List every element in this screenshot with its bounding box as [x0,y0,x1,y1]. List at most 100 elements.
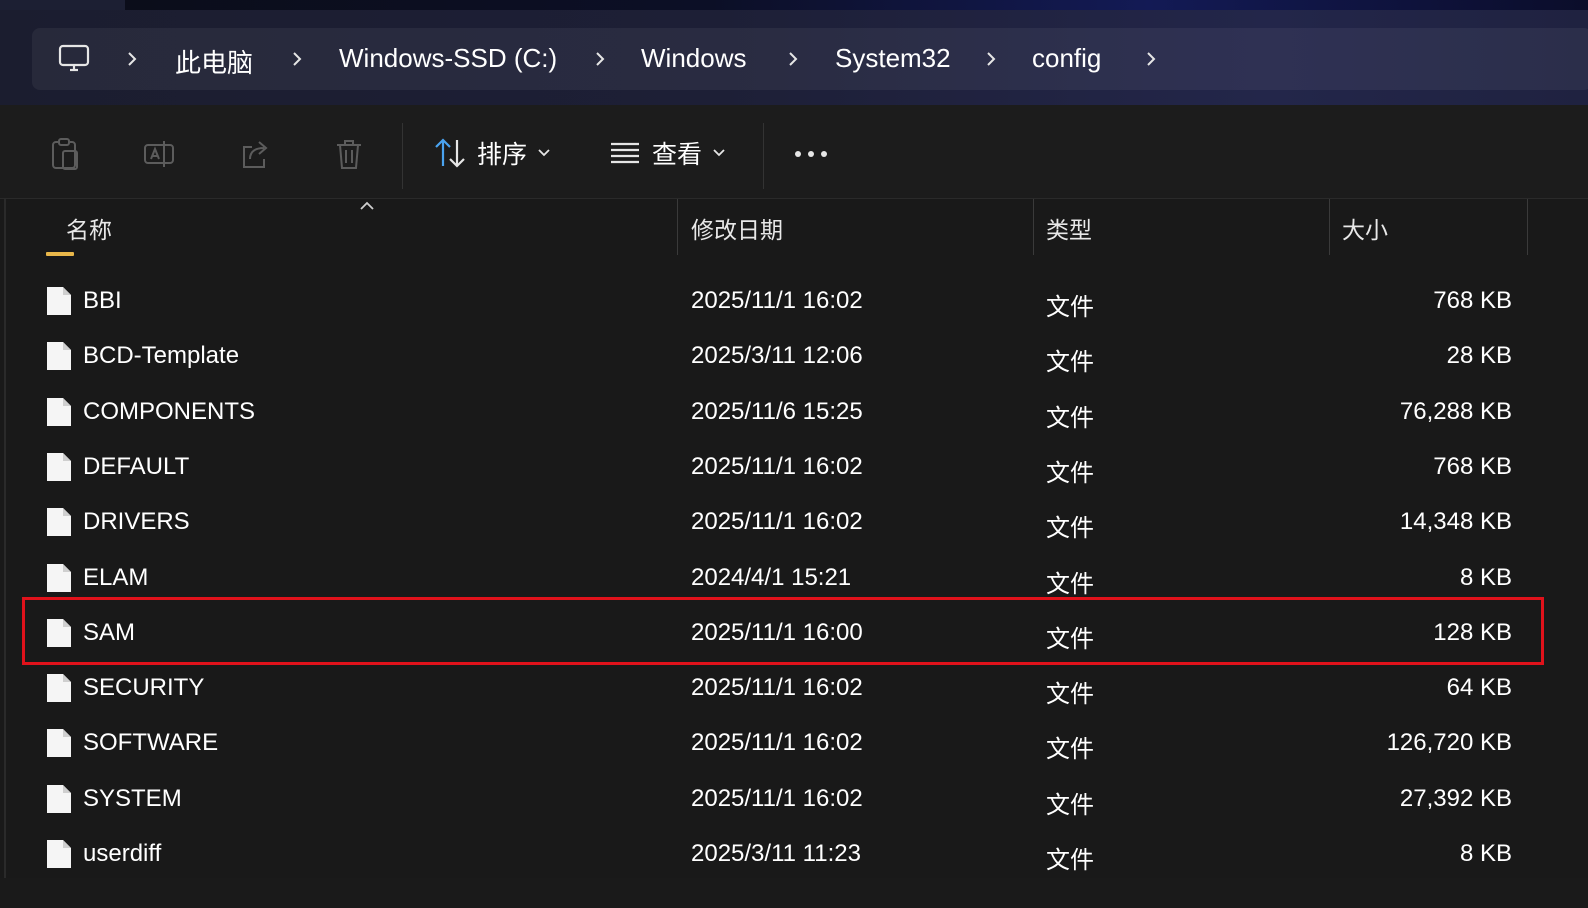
chevron-right-icon[interactable] [125,51,139,67]
chevron-down-icon [713,149,725,157]
file-row[interactable]: userdiff 2025/3/11 11:23 文件 8 KB [0,827,1588,882]
rename-icon[interactable] [142,137,176,171]
file-name: DEFAULT [83,452,190,480]
file-name: BCD-Template [83,342,240,370]
sort-label: 排序 [477,141,528,169]
file-row[interactable]: SECURITY 2025/11/1 16:02 文件 64 KB [0,661,1588,716]
file-icon [47,342,71,371]
file-size: 126,720 KB [1386,729,1512,757]
this-pc-icon[interactable] [58,44,90,74]
file-type: 文件 [1046,294,1094,321]
paste-icon[interactable] [48,137,82,171]
file-type: 文件 [1046,570,1094,598]
address-bar[interactable]: 此电脑 Windows-SSD (C:) Windows System32 co… [32,28,1588,90]
file-row[interactable]: SAM 2025/11/1 16:00 文件 128 KB [0,606,1588,661]
file-size: 128 KB [1433,618,1512,646]
breadcrumb-item-this-pc[interactable]: 此电脑 [175,43,253,80]
chevron-right-icon[interactable] [593,51,607,67]
file-size: 768 KB [1433,287,1512,314]
file-date: 2025/11/1 16:02 [691,452,863,480]
chevron-right-icon[interactable] [786,51,800,67]
file-row[interactable]: SOFTWARE 2025/11/1 16:02 文件 126,720 KB [0,716,1588,771]
breadcrumb-item-drive[interactable]: Windows-SSD (C:) [339,43,557,74]
file-name: SAM [83,618,136,646]
file-name: DRIVERS [83,508,190,536]
file-type: 文件 [1046,681,1094,709]
file-icon [47,674,71,703]
chevron-right-icon[interactable] [290,51,304,67]
share-icon[interactable] [238,137,272,171]
file-type: 文件 [1046,847,1094,874]
sort-icon [435,138,465,168]
file-type: 文件 [1046,404,1094,432]
file-icon [47,452,71,481]
file-date: 2025/11/6 15:25 [691,397,863,425]
more-icon[interactable] [794,137,828,171]
file-icon [47,840,71,868]
file-date: 2025/3/11 11:23 [691,840,861,867]
file-type: 文件 [1046,349,1094,377]
file-name: SECURITY [83,674,205,702]
file-icon [47,508,71,537]
file-size: 768 KB [1433,452,1512,480]
file-date: 2024/4/1 15:21 [691,563,852,591]
file-size: 28 KB [1446,342,1512,370]
file-icon [47,784,71,813]
file-row[interactable]: SYSTEM 2025/11/1 16:02 文件 27,392 KB [0,772,1588,827]
file-name: COMPONENTS [83,397,256,425]
title-strip-left [0,0,125,10]
file-row[interactable]: BBI 2025/11/1 16:02 文件 768 KB [0,274,1588,329]
file-type: 文件 [1046,459,1094,487]
file-type: 文件 [1046,515,1094,543]
file-size: 27,392 KB [1399,784,1512,812]
file-row[interactable]: ELAM 2024/4/1 15:21 文件 8 KB [0,551,1588,606]
file-date: 2025/11/1 16:02 [691,674,863,702]
view-button[interactable]: 查看 [608,129,726,177]
file-name: SYSTEM [83,784,182,812]
file-type: 文件 [1046,625,1094,653]
title-strip-gradient [125,0,1588,10]
chevron-right-icon[interactable] [1144,51,1158,67]
file-name: userdiff [83,840,162,867]
file-date: 2025/11/1 16:02 [691,508,863,536]
file-type: 文件 [1046,736,1094,764]
file-name: ELAM [83,563,149,591]
file-icon [47,618,71,647]
file-type: 文件 [1046,791,1094,819]
chevron-right-icon[interactable] [984,51,998,67]
file-date: 2025/3/11 12:06 [691,342,863,370]
partial-list-item[interactable] [0,240,1588,258]
file-size: 8 KB [1459,840,1512,867]
view-icon [611,142,639,164]
file-row[interactable]: BCD-Template 2025/3/11 12:06 文件 28 KB [0,329,1588,384]
file-icon [47,397,71,426]
sort-button[interactable]: 排序 [433,129,551,177]
file-date: 2025/11/1 16:02 [691,287,863,314]
file-date: 2025/11/1 16:02 [691,784,863,812]
toolbar-separator [763,123,764,189]
file-icon [47,287,71,315]
file-size: 14,348 KB [1399,508,1512,536]
view-label: 查看 [652,141,703,169]
header: 此电脑 Windows-SSD (C:) Windows System32 co… [0,10,1588,105]
sort-ascending-icon [360,201,374,210]
file-icon [47,729,71,758]
command-bar: 排序 查看 [0,105,1588,199]
bottom-edge [0,878,1588,908]
file-name: SOFTWARE [83,729,219,757]
folder-icon [46,252,74,256]
file-row[interactable]: COMPONENTS 2025/11/6 15:25 文件 76,288 KB [0,385,1588,440]
delete-icon[interactable] [332,137,366,171]
file-row[interactable]: DRIVERS 2025/11/1 16:02 文件 14,348 KB [0,495,1588,550]
file-icon [47,563,71,592]
file-date: 2025/11/1 16:00 [691,618,863,646]
breadcrumb-item-config[interactable]: config [1032,43,1101,74]
toolbar-separator [402,123,403,189]
file-name: BBI [83,287,122,314]
window-title-strip [0,0,1588,10]
breadcrumb-item-windows[interactable]: Windows [641,43,746,74]
file-row[interactable]: DEFAULT 2025/11/1 16:02 文件 768 KB [0,440,1588,495]
breadcrumb-item-system32[interactable]: System32 [835,43,951,74]
file-date: 2025/11/1 16:02 [691,729,863,757]
file-size: 8 KB [1459,563,1512,591]
